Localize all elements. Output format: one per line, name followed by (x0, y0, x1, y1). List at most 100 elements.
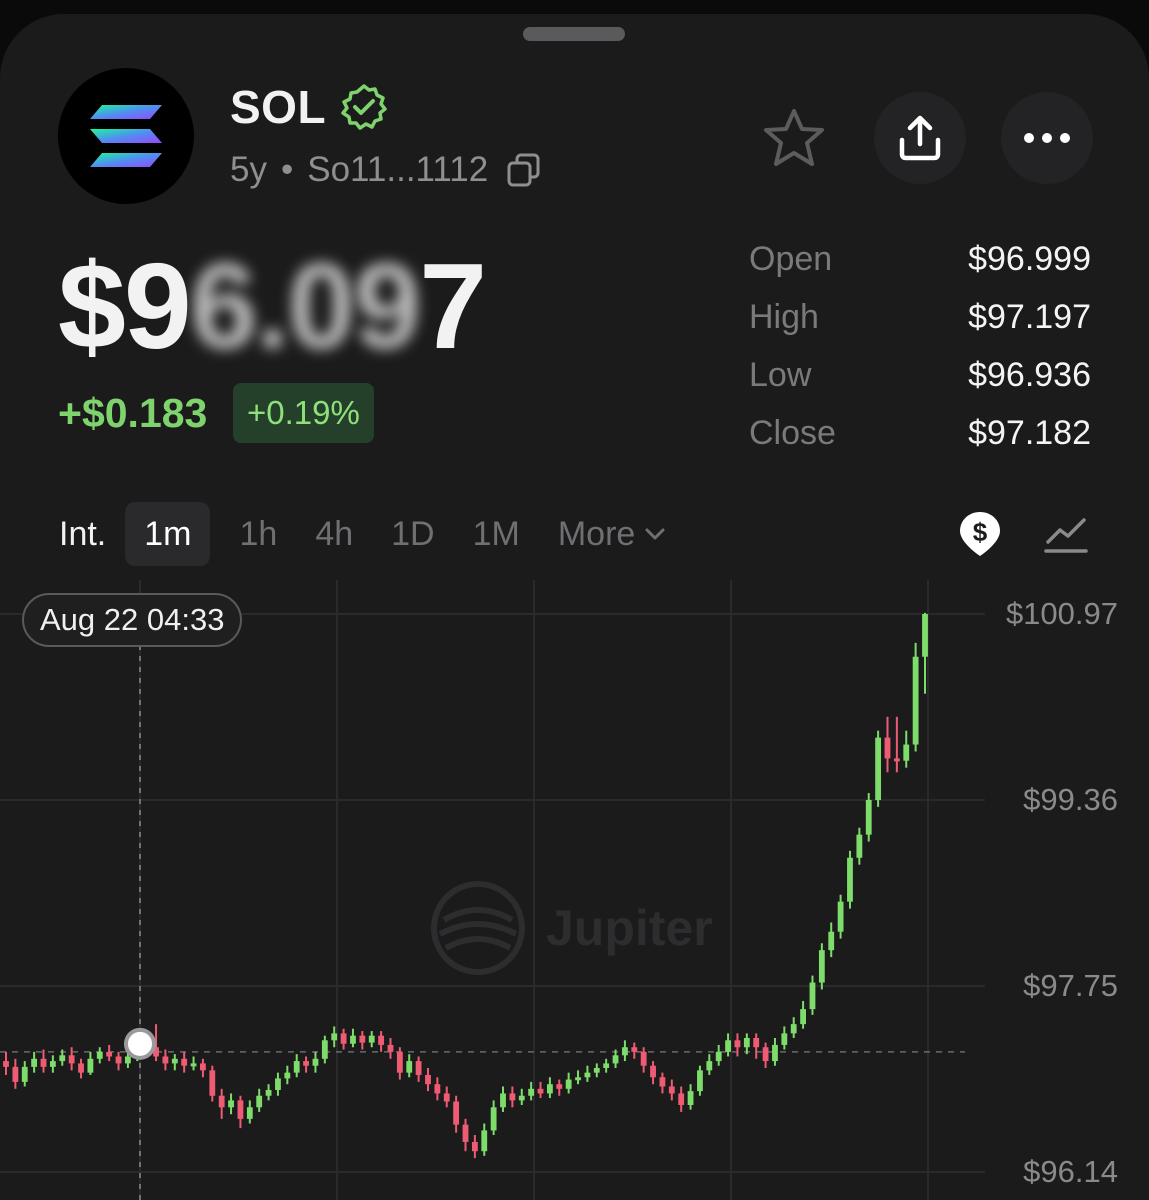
candle-body (593, 1068, 600, 1073)
candle-body (640, 1051, 647, 1066)
candle-body (884, 737, 891, 759)
interval-1m[interactable]: 1m (125, 502, 211, 566)
candle-body (659, 1077, 666, 1087)
price-chart[interactable] (0, 580, 1149, 1200)
dollar-icon[interactable]: $ (958, 510, 1002, 558)
candle-body (49, 1061, 56, 1067)
candle-body (256, 1095, 263, 1108)
y-axis-tick-label: $99.36 (1023, 782, 1118, 817)
meta-separator: • (280, 150, 294, 189)
candle-body (96, 1051, 103, 1059)
candle-body (772, 1044, 778, 1062)
ohlc-row-low: Low $96.936 (749, 346, 1091, 404)
candle-body (59, 1055, 66, 1062)
candle-body (734, 1040, 741, 1048)
candle-body (706, 1061, 713, 1071)
candle-body (378, 1035, 385, 1045)
y-axis-tick-label: $96.14 (1023, 1154, 1118, 1189)
candle-body (237, 1100, 244, 1119)
price-digits-animating: 6.0 (189, 238, 356, 374)
interval-4h[interactable]: 4h (296, 502, 372, 566)
share-icon (899, 115, 941, 161)
candle-body (500, 1093, 506, 1108)
candle-body (650, 1065, 656, 1078)
candle-body (865, 800, 872, 835)
ohlc-row-open: Open $96.999 (749, 230, 1091, 288)
y-axis-tick-label: $97.75 (1023, 968, 1118, 1003)
candle-body (12, 1066, 19, 1082)
candle-body (40, 1058, 47, 1067)
more-button[interactable] (1001, 92, 1093, 184)
candle-body (209, 1070, 216, 1096)
ohlc-label: Close (749, 413, 836, 452)
candle-body (387, 1044, 394, 1052)
candle-body (68, 1055, 75, 1064)
candle-body (490, 1107, 497, 1131)
copy-icon[interactable] (506, 152, 542, 188)
candle-body (743, 1037, 750, 1048)
candle-body (246, 1107, 253, 1119)
interval-prefix: Int. (59, 514, 107, 553)
candle-body (622, 1047, 628, 1056)
candle-body (471, 1141, 478, 1152)
interval-1mo[interactable]: 1M (454, 502, 539, 566)
price-digit-last: 7 (419, 238, 487, 374)
token-meta: 5y • So11...1112 (230, 150, 542, 190)
token-address[interactable]: So11...1112 (307, 150, 488, 190)
candle-body (612, 1055, 619, 1064)
candle-body (781, 1033, 788, 1045)
ohlc-panel: Open $96.999 High $97.197 Low $96.936 Cl… (749, 230, 1091, 462)
candle-body (678, 1093, 685, 1105)
candle-body (481, 1130, 488, 1152)
candle-body (912, 656, 919, 745)
interval-more-dropdown[interactable]: More (539, 502, 684, 566)
candle-body (687, 1091, 694, 1105)
candle-body (340, 1033, 347, 1044)
candle-body (106, 1051, 113, 1057)
candle-body (434, 1084, 441, 1094)
star-icon (764, 109, 824, 166)
interval-1h[interactable]: 1h (220, 502, 296, 566)
candle-body (293, 1061, 300, 1073)
candle-body (312, 1058, 319, 1066)
candle-body (415, 1061, 422, 1075)
price-change-absolute: +$0.183 (58, 390, 208, 436)
candle-body (565, 1079, 572, 1089)
candle-body (575, 1077, 581, 1081)
candle-body (406, 1061, 413, 1073)
solana-logo-icon (58, 68, 194, 204)
candle-body (125, 1056, 131, 1064)
sheet-drag-handle[interactable] (523, 27, 625, 41)
interval-1d[interactable]: 1D (372, 502, 453, 566)
candle-body (171, 1058, 178, 1064)
candle-body (425, 1074, 431, 1085)
price-change-percent-badge: +0.19% (233, 383, 374, 443)
y-axis-tick-label: $100.97 (1005, 596, 1118, 631)
token-symbol: SOL (230, 81, 327, 133)
interval-more-label: More (557, 514, 636, 553)
candle-body (31, 1058, 38, 1067)
candle-body (3, 1061, 9, 1067)
current-price: $ 9 6.0 9 7 (58, 236, 487, 376)
favorite-button[interactable] (748, 92, 840, 184)
candle-body (631, 1047, 638, 1052)
line-chart-icon[interactable] (1044, 514, 1088, 554)
candle-body (275, 1078, 281, 1090)
ohlc-label: High (749, 297, 819, 336)
candle-body (556, 1084, 563, 1089)
price-digits-animating-2: 9 (353, 238, 421, 374)
candle-body (181, 1058, 188, 1066)
ohlc-label: Open (749, 239, 833, 278)
candle-body (603, 1063, 610, 1069)
candle-body (284, 1072, 291, 1079)
candle-body (837, 901, 844, 932)
candle-body (368, 1035, 375, 1043)
candle-body (331, 1033, 338, 1041)
ohlc-value: $96.936 (968, 355, 1091, 394)
svg-text:$: $ (973, 517, 988, 547)
candle-body (396, 1051, 403, 1073)
candle-body (462, 1124, 469, 1142)
share-button[interactable] (874, 92, 966, 184)
candle-body (725, 1040, 731, 1052)
candle-body (828, 931, 835, 951)
